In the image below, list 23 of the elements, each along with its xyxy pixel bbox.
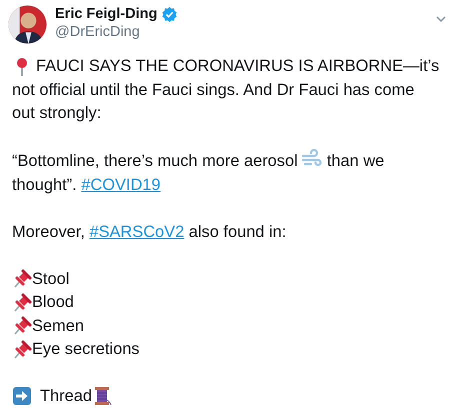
chevron-down-icon[interactable] (436, 16, 446, 22)
list-item-text: Semen (32, 316, 84, 336)
tweet-text: not official until the Fauci sings. And Dr Fauci has come out strongly: (12, 80, 416, 124)
tweet-text: FAUCI SAYS THE CORONAVIRUS IS AIRBORNE—it’s (36, 56, 440, 77)
list-item-text: Blood (32, 292, 74, 313)
tweet-text: thought”. (12, 176, 77, 194)
tweet-text: also found in: (188, 222, 286, 240)
pushpin-icon (12, 316, 32, 336)
pushpin-icon (12, 292, 32, 313)
thread-text: Thread (40, 386, 92, 406)
author-handle[interactable]: @DrEricDing (55, 23, 178, 41)
tweet-text: Moreover, (12, 222, 85, 240)
author-name[interactable]: Eric Feigl-Ding (55, 5, 158, 23)
hashtag-link[interactable]: #SARSCoV2 (89, 222, 184, 240)
pushpin-icon (12, 340, 32, 360)
avatar (8, 5, 47, 44)
list-item-text: Eye secretions (32, 339, 140, 360)
tweet-text: “Bottomline, there’s much more aerosol (12, 152, 298, 170)
hashtag-link[interactable]: #COVID19 (81, 176, 161, 194)
tweet-text: than we (326, 152, 384, 170)
wind-icon (302, 149, 322, 169)
pushpin-icon (12, 269, 32, 290)
list-item-text: Stool (32, 268, 70, 290)
